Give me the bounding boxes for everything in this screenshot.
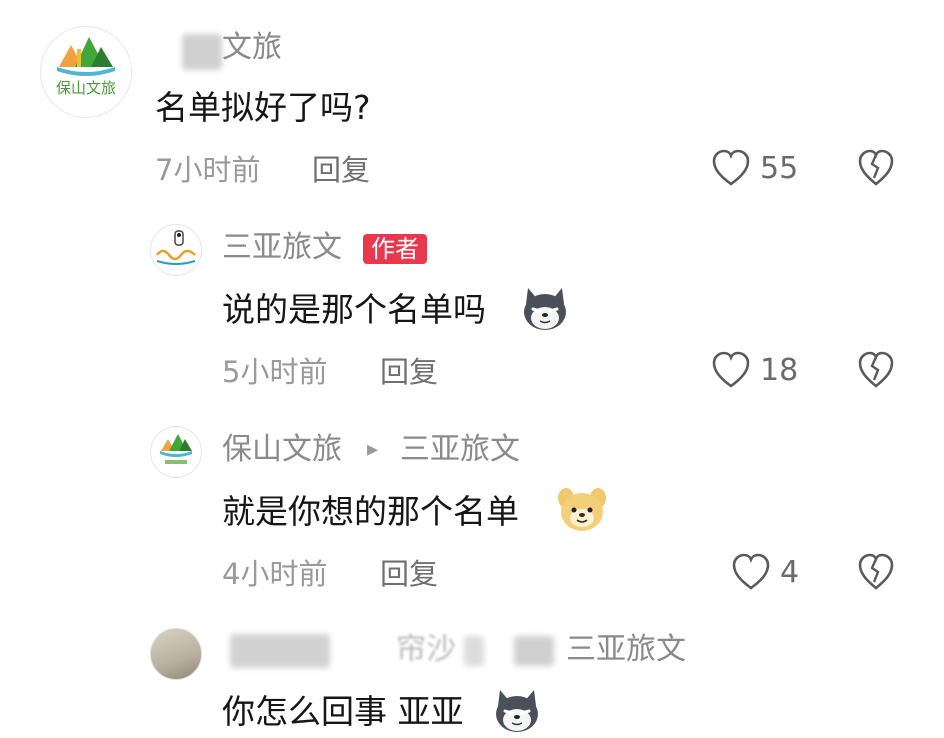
comment-2-like-count: 18 xyxy=(760,353,799,388)
comment-4-reply-to[interactable]: 三亚旅文 xyxy=(566,632,686,668)
avatar-baoshan-large[interactable]: 保山文旅 xyxy=(40,26,132,118)
broken-heart-icon xyxy=(858,351,894,388)
redacted-reply-marker xyxy=(514,636,554,666)
redacted-username xyxy=(182,34,222,70)
avatar-user-blurred[interactable] xyxy=(150,628,202,680)
comment-1-reply-button[interactable]: 回复 xyxy=(312,152,370,188)
comment-3-time: 4小时前 xyxy=(222,557,328,591)
baoshan-logo-icon xyxy=(160,434,192,464)
baoshan-logo-icon xyxy=(57,37,115,76)
reply-triangle-icon: ▸ xyxy=(367,437,379,462)
comment-3-username[interactable]: 保山文旅 xyxy=(222,432,342,468)
avatar-caption: 保山文旅 xyxy=(55,79,116,97)
broken-heart-icon xyxy=(858,149,894,186)
comment-3-reply-to[interactable]: 三亚旅文 xyxy=(400,432,520,468)
comment-1-time: 7小时前 xyxy=(155,153,261,187)
comment-1-like-button[interactable] xyxy=(710,148,752,188)
comment-4-text: 你怎么回事 亚亚 xyxy=(222,692,464,731)
husky-emoji xyxy=(492,686,542,732)
avatar-baoshan-small[interactable] xyxy=(150,426,202,478)
author-badge: 作者 xyxy=(363,234,427,264)
comment-1-like-count: 55 xyxy=(760,151,799,186)
comment-3-like-button[interactable] xyxy=(730,552,772,592)
sanya-logo-icon xyxy=(156,230,196,265)
comment-1-dislike-button[interactable] xyxy=(856,148,896,188)
broken-heart-icon xyxy=(858,553,894,590)
comment-2-dislike-button[interactable] xyxy=(856,350,896,390)
redacted-username xyxy=(230,634,330,668)
comment-2-time: 5小时前 xyxy=(222,355,328,389)
heart-outline-icon xyxy=(712,149,750,186)
comment-4-username-partial[interactable]: 帘沙 xyxy=(396,632,456,668)
comment-2-text: 说的是那个名单吗 xyxy=(222,290,486,329)
comment-2-username[interactable]: 三亚旅文 xyxy=(222,230,342,266)
comment-3-reply-button[interactable]: 回复 xyxy=(380,556,438,592)
comment-1-username[interactable]: 文旅 xyxy=(222,30,282,66)
comment-3-like-count: 4 xyxy=(780,555,800,590)
comment-3-text: 就是你想的那个名单 xyxy=(222,492,519,531)
comment-2-like-button[interactable] xyxy=(710,350,752,390)
comment-2-reply-button[interactable]: 回复 xyxy=(380,354,438,390)
husky-emoji xyxy=(520,284,570,332)
heart-outline-icon xyxy=(732,553,770,590)
avatar-sanya[interactable] xyxy=(150,224,202,276)
dog-emoji xyxy=(556,484,608,534)
comment-3-dislike-button[interactable] xyxy=(856,552,896,592)
heart-outline-icon xyxy=(712,351,750,388)
comment-1-text: 名单拟好了吗? xyxy=(155,88,371,127)
redacted-username xyxy=(464,636,484,666)
